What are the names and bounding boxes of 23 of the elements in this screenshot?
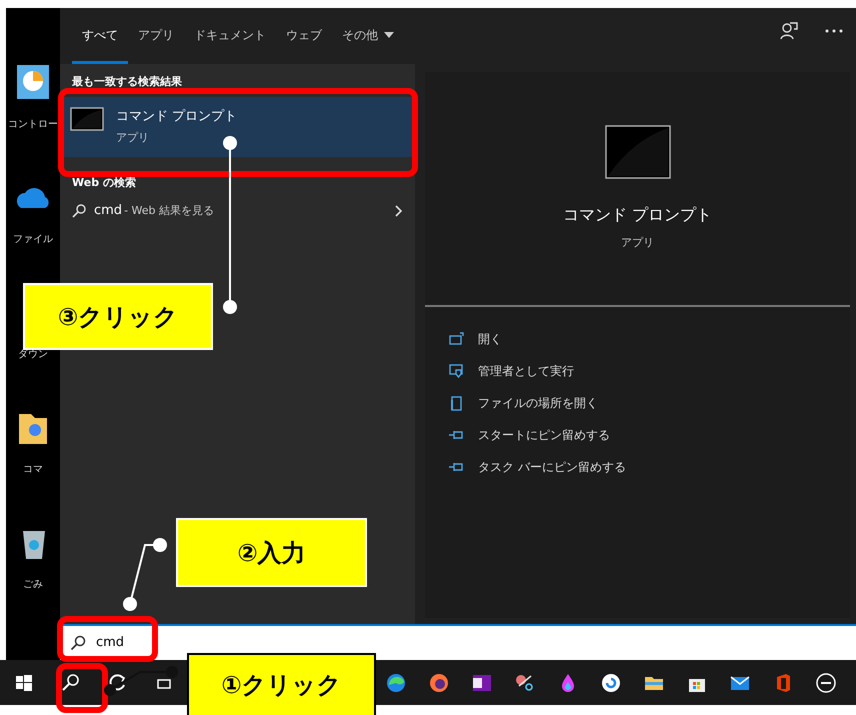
app-title: コマンド プロンプト	[562, 204, 712, 226]
desktop-icon-label: コマ	[23, 463, 43, 477]
web-search-result[interactable]: cmd- Web 結果を見る	[60, 193, 415, 228]
tab[interactable]: アプリ	[128, 8, 184, 64]
action-item[interactable]: 管理者として実行	[425, 355, 850, 387]
action-item[interactable]: ファイルの場所を開く	[425, 387, 850, 419]
desktop-icon-label: ファイル	[13, 233, 53, 247]
tab[interactable]: ウェブ	[276, 8, 332, 64]
app-type: アプリ	[621, 235, 654, 252]
section-heading: 最も一致する検索結果	[71, 74, 183, 90]
action-item[interactable]: スタートにピン留めする	[425, 419, 850, 451]
action-item[interactable]: タスク バーにピン留めする	[425, 451, 850, 483]
desktop-icon-label: ごみ	[23, 578, 43, 592]
callout-label: ③クリック	[23, 283, 213, 350]
tab[interactable]: ドキュメント	[184, 8, 276, 64]
callout-label: ①クリック	[187, 653, 376, 715]
tab[interactable]: その他	[332, 8, 404, 64]
desktop-icon-label: コントロー	[8, 118, 58, 132]
search-input[interactable]: cmd	[96, 633, 136, 653]
callout-label: ②入力	[176, 518, 367, 587]
action-item[interactable]: 開く	[425, 323, 850, 355]
desktop-icon-label: ダウン	[18, 348, 48, 362]
section-heading: Web の検索	[71, 174, 137, 190]
